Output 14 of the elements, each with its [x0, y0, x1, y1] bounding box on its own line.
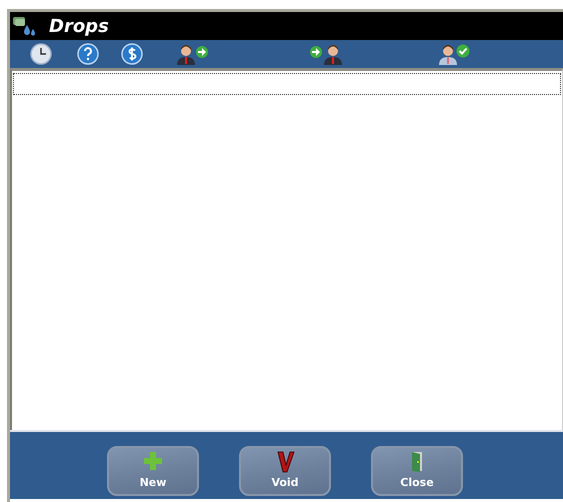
v-mark-icon	[275, 451, 295, 473]
plus-icon	[143, 451, 163, 473]
close-button[interactable]: Close	[371, 446, 463, 496]
window-title: Drops	[49, 16, 109, 36]
clock-icon[interactable]	[30, 43, 52, 65]
action-button[interactable]: New	[107, 446, 199, 496]
money-drops-icon	[12, 15, 36, 37]
dollar-icon[interactable]	[121, 43, 143, 65]
person-check-icon[interactable]	[437, 43, 471, 65]
arrow-person-icon[interactable]	[310, 43, 344, 65]
help-icon[interactable]	[77, 43, 99, 65]
action-button[interactable]: Void	[239, 446, 331, 496]
person-arrow-icon[interactable]	[175, 43, 209, 65]
list-row-focus[interactable]	[13, 73, 561, 95]
